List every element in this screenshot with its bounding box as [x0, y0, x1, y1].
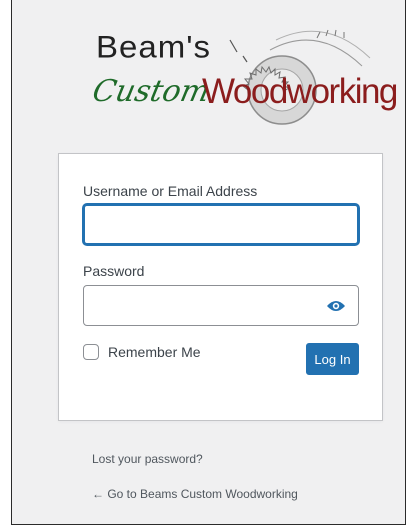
show-password-button[interactable]	[317, 288, 355, 323]
password-label: Password	[83, 263, 145, 279]
eye-icon	[327, 300, 345, 311]
username-input[interactable]	[83, 204, 359, 245]
site-logo[interactable]: Beam's Custom Woodworking	[80, 18, 398, 130]
remember-me-label: Remember Me	[108, 344, 201, 360]
remember-me[interactable]: Remember Me	[83, 344, 201, 360]
login-button[interactable]: Log In	[306, 343, 359, 375]
logo-text-woodworking: Woodworking	[202, 72, 398, 111]
back-to-site-link[interactable]: ← Go to Beams Custom Woodworking	[92, 487, 298, 501]
login-form: Username or Email Address Password Remem…	[58, 153, 383, 421]
username-label: Username or Email Address	[83, 183, 258, 199]
logo-text-beams: Beam's	[96, 28, 212, 65]
login-page: Beam's Custom Woodworking Username or Em…	[11, 0, 406, 525]
logo-text-custom: Custom	[89, 74, 213, 109]
lost-password-link[interactable]: Lost your password?	[92, 452, 203, 466]
remember-me-checkbox[interactable]	[83, 344, 99, 360]
